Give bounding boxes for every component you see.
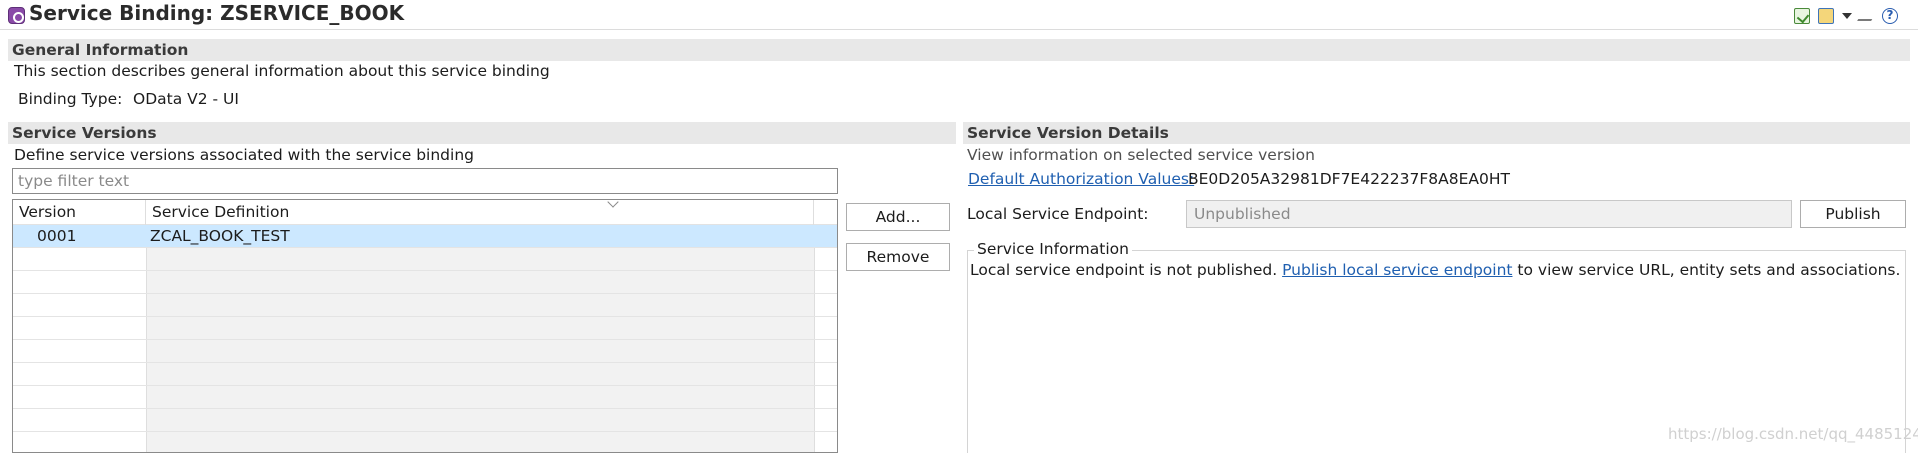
empty-table-row xyxy=(13,248,837,271)
page-title: Service Binding: ZSERVICE_BOOK xyxy=(29,1,405,25)
dropdown-caret-icon[interactable] xyxy=(1842,13,1852,19)
empty-table-row xyxy=(13,432,837,452)
sort-caret-icon xyxy=(607,200,619,208)
publish-button[interactable]: Publish xyxy=(1800,200,1906,228)
column-header-label: Service Definition xyxy=(152,203,290,221)
filter-input[interactable] xyxy=(12,168,838,194)
help-icon[interactable]: ? xyxy=(1882,8,1898,24)
local-service-endpoint-label: Local Service Endpoint: xyxy=(967,205,1149,223)
column-header-service-definition[interactable]: Service Definition xyxy=(146,200,814,225)
general-description: This section describes general informati… xyxy=(14,62,550,80)
column-header-version[interactable]: Version xyxy=(13,200,146,225)
default-authorization-values-link[interactable]: Default Authorization Values: xyxy=(968,170,1194,188)
service-information-group: Service Information Local service endpoi… xyxy=(967,240,1906,453)
edit-icon[interactable] xyxy=(1857,11,1877,21)
version-cell: 0001 xyxy=(37,227,77,245)
add-version-button[interactable]: Add... xyxy=(846,203,950,231)
editor-toolbar: ? xyxy=(1794,8,1898,24)
service-version-details-header: Service Version Details xyxy=(963,122,1910,144)
table-row[interactable]: 0001 ZCAL_BOOK_TEST xyxy=(13,225,837,248)
empty-table-row xyxy=(13,363,837,386)
service-definition-cell: ZCAL_BOOK_TEST xyxy=(150,227,290,245)
service-version-details-description: View information on selected service ver… xyxy=(967,146,1315,164)
empty-table-row xyxy=(13,340,837,363)
publish-local-endpoint-link[interactable]: Publish local service endpoint xyxy=(1282,261,1512,279)
remove-version-button[interactable]: Remove xyxy=(846,243,950,271)
empty-table-row xyxy=(13,386,837,409)
service-versions-description: Define service versions associated with … xyxy=(14,146,474,164)
table-header: Version Service Definition xyxy=(13,200,837,225)
service-info-trailing-text: to view service URL, entity sets and ass… xyxy=(1517,261,1901,279)
watermark: https://blog.csdn.net/qq_44851245 xyxy=(1668,425,1918,443)
not-published-text: Local service endpoint is not published. xyxy=(970,261,1278,279)
general-information-header: General Information xyxy=(8,39,1910,61)
local-service-endpoint-field: Unpublished xyxy=(1186,200,1792,228)
authorization-value: BE0D205A32981DF7E422237F8A8EA0HT xyxy=(1188,170,1511,188)
editor-title-bar: Service Binding: ZSERVICE_BOOK ? xyxy=(0,0,1918,30)
empty-table-row xyxy=(13,317,837,340)
check-icon[interactable] xyxy=(1794,8,1810,24)
service-information-text: Local service endpoint is not published.… xyxy=(970,261,1900,279)
endpoint-value: Unpublished xyxy=(1194,205,1291,223)
empty-table-row xyxy=(13,294,837,317)
empty-table-row xyxy=(13,409,837,432)
export-icon[interactable] xyxy=(1818,8,1834,24)
binding-type-value: OData V2 - UI xyxy=(133,90,239,108)
binding-type-label: Binding Type: xyxy=(18,90,123,108)
service-versions-table[interactable]: Version Service Definition 0001 ZCAL_BOO… xyxy=(12,199,838,453)
service-versions-header: Service Versions xyxy=(8,122,956,144)
service-binding-icon xyxy=(8,7,25,24)
column-header-filler xyxy=(814,200,837,225)
empty-table-row xyxy=(13,271,837,294)
service-information-legend: Service Information xyxy=(974,240,1132,258)
